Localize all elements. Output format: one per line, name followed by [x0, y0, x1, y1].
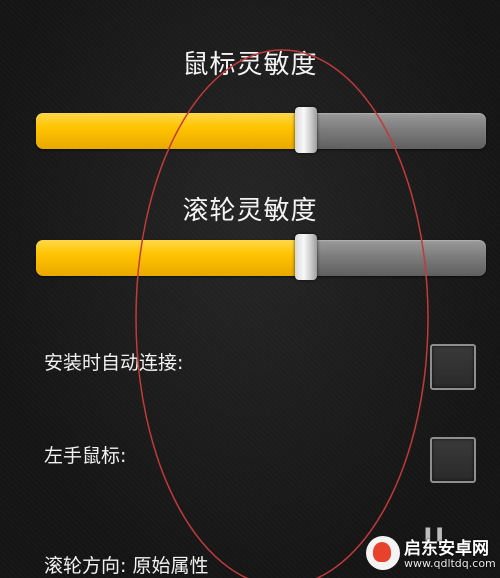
auto-connect-label: 安装时自动连接: — [44, 352, 184, 374]
wheel-sensitivity-title: 滚轮灵敏度 — [182, 196, 318, 226]
site-watermark: 启东安卓网 www.qdltdq.com — [366, 532, 496, 576]
wheel-sensitivity-slider[interactable] — [36, 234, 486, 280]
mouse-sensitivity-slider[interactable] — [36, 107, 486, 153]
mouse-settings-screen: 鼠标灵敏度 滚轮灵敏度 安装时自动连接: 左手鼠标: 滚轮方向: 原始属性 ❚❚… — [0, 0, 500, 578]
annotation-ellipse — [135, 49, 429, 578]
auto-connect-checkbox[interactable] — [430, 344, 476, 390]
wheel-direction-setting[interactable]: 滚轮方向: 原始属性 — [44, 551, 208, 578]
watermark-url: www.qdltdq.com — [404, 557, 496, 570]
left-hand-mouse-checkbox[interactable] — [430, 437, 476, 483]
wheel-sensitivity-fill — [36, 240, 306, 276]
watermark-title: 启东安卓网 — [404, 539, 489, 559]
mouse-sensitivity-title: 鼠标灵敏度 — [182, 50, 318, 80]
wheel-sensitivity-track[interactable] — [36, 240, 486, 276]
mouse-sensitivity-thumb[interactable] — [295, 107, 317, 153]
mouse-sensitivity-fill — [36, 113, 306, 149]
mouse-sensitivity-track[interactable] — [36, 113, 486, 149]
watermark-logo-icon — [366, 536, 400, 570]
wheel-sensitivity-thumb[interactable] — [295, 234, 317, 280]
left-hand-mouse-label: 左手鼠标: — [44, 445, 127, 467]
